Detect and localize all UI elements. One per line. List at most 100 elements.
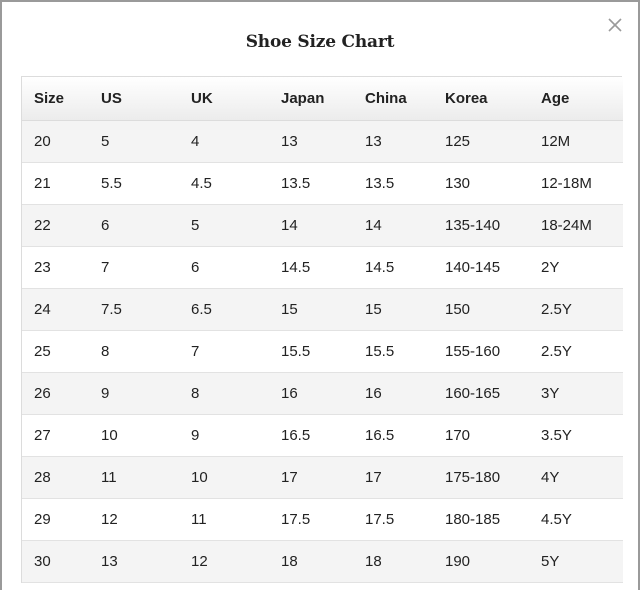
table-cell-korea: 175-180: [433, 456, 529, 499]
table-cell-age: 2Y: [529, 246, 623, 289]
table-cell-japan: 17: [269, 456, 353, 499]
table-cell-japan: 16.5: [269, 414, 353, 457]
table-cell-uk: 4: [179, 120, 269, 163]
table-cell-uk: 12: [179, 540, 269, 583]
table-cell-china: 18: [353, 540, 433, 583]
table-cell-korea: 140-145: [433, 246, 529, 289]
table-cell-korea: 150: [433, 288, 529, 331]
table-row: 20 5 4 13 13 125 12M: [22, 120, 623, 163]
table-cell-uk: 4.5: [179, 162, 269, 205]
table-row: 29 12 11 17.5 17.5 180-185 4.5Y: [22, 498, 623, 541]
table-cell-size: 26: [22, 372, 89, 415]
table-row: 22 6 5 14 14 135-140 18-24M: [22, 204, 623, 247]
column-header-china: China: [353, 77, 433, 121]
size-table-container: Size US UK Japan China Korea Age 20 5 4 13 1…: [21, 76, 623, 583]
table-cell-uk: 9: [179, 414, 269, 457]
column-header-age: Age: [529, 77, 623, 121]
table-row: 28 11 10 17 17 175-180 4Y: [22, 456, 623, 499]
table-cell-japan: 14.5: [269, 246, 353, 289]
table-cell-uk: 10: [179, 456, 269, 499]
table-cell-korea: 135-140: [433, 204, 529, 247]
table-cell-uk: 6.5: [179, 288, 269, 331]
table-row: 24 7.5 6.5 15 15 150 2.5Y: [22, 288, 623, 331]
dialog-title: Shoe Size Chart: [245, 32, 395, 52]
column-header-japan: Japan: [269, 77, 353, 121]
table-cell-china: 17: [353, 456, 433, 499]
table-cell-china: 14: [353, 204, 433, 247]
table-cell-uk: 8: [179, 372, 269, 415]
table-cell-china: 15: [353, 288, 433, 331]
table-cell-age: 5Y: [529, 540, 623, 583]
table-cell-korea: 155-160: [433, 330, 529, 373]
table-cell-age: 12M: [529, 120, 623, 163]
table-cell-age: 3.5Y: [529, 414, 623, 457]
table-cell-china: 17.5: [353, 498, 433, 541]
table-body: 20 5 4 13 13 125 12M 21 5.5 4.5 13.5 13.5 130 12-18M 2…: [22, 120, 623, 583]
table-cell-uk: 11: [179, 498, 269, 541]
table-cell-china: 14.5: [353, 246, 433, 289]
table-header-row: Size US UK Japan China Korea Age: [22, 77, 623, 121]
table-cell-us: 5: [89, 120, 179, 163]
table-cell-us: 8: [89, 330, 179, 373]
table-cell-age: 3Y: [529, 372, 623, 415]
table-cell-japan: 15: [269, 288, 353, 331]
table-cell-age: 4Y: [529, 456, 623, 499]
table-cell-japan: 16: [269, 372, 353, 415]
table-cell-us: 9: [89, 372, 179, 415]
table-row: 26 9 8 16 16 160-165 3Y: [22, 372, 623, 415]
table-cell-china: 13.5: [353, 162, 433, 205]
table-cell-korea: 130: [433, 162, 529, 205]
table-cell-korea: 190: [433, 540, 529, 583]
table-cell-us: 7.5: [89, 288, 179, 331]
table-row: 23 7 6 14.5 14.5 140-145 2Y: [22, 246, 623, 289]
table-row: 27 10 9 16.5 16.5 170 3.5Y: [22, 414, 623, 457]
table-cell-korea: 125: [433, 120, 529, 163]
table-cell-size: 23: [22, 246, 89, 289]
table-cell-korea: 160-165: [433, 372, 529, 415]
table-cell-us: 7: [89, 246, 179, 289]
table-cell-us: 11: [89, 456, 179, 499]
column-header-uk: UK: [179, 77, 269, 121]
table-cell-size: 21: [22, 162, 89, 205]
table-cell-size: 24: [22, 288, 89, 331]
column-header-size: Size: [22, 77, 89, 121]
table-cell-age: 4.5Y: [529, 498, 623, 541]
size-table: Size US UK Japan China Korea Age 20 5 4 13 1…: [22, 77, 623, 583]
table-cell-china: 15.5: [353, 330, 433, 373]
size-chart-dialog: Shoe Size Chart Size US UK Japan China K…: [0, 0, 640, 590]
table-cell-us: 12: [89, 498, 179, 541]
table-cell-china: 16: [353, 372, 433, 415]
table-cell-uk: 5: [179, 204, 269, 247]
table-cell-us: 6: [89, 204, 179, 247]
table-cell-size: 30: [22, 540, 89, 583]
table-cell-japan: 17.5: [269, 498, 353, 541]
table-cell-size: 22: [22, 204, 89, 247]
table-row: 25 8 7 15.5 15.5 155-160 2.5Y: [22, 330, 623, 373]
table-cell-japan: 15.5: [269, 330, 353, 373]
table-cell-age: 12-18M: [529, 162, 623, 205]
table-cell-size: 25: [22, 330, 89, 373]
table-cell-age: 18-24M: [529, 204, 623, 247]
table-cell-size: 20: [22, 120, 89, 163]
table-cell-uk: 7: [179, 330, 269, 373]
table-cell-us: 13: [89, 540, 179, 583]
table-cell-korea: 180-185: [433, 498, 529, 541]
table-cell-japan: 18: [269, 540, 353, 583]
table-cell-china: 13: [353, 120, 433, 163]
table-cell-us: 5.5: [89, 162, 179, 205]
column-header-us: US: [89, 77, 179, 121]
table-cell-size: 27: [22, 414, 89, 457]
table-cell-korea: 170: [433, 414, 529, 457]
table-cell-japan: 14: [269, 204, 353, 247]
table-cell-size: 29: [22, 498, 89, 541]
table-row: 21 5.5 4.5 13.5 13.5 130 12-18M: [22, 162, 623, 205]
table-cell-age: 2.5Y: [529, 288, 623, 331]
table-cell-japan: 13.5: [269, 162, 353, 205]
table-cell-age: 2.5Y: [529, 330, 623, 373]
table-cell-china: 16.5: [353, 414, 433, 457]
table-cell-size: 28: [22, 456, 89, 499]
table-cell-uk: 6: [179, 246, 269, 289]
column-header-korea: Korea: [433, 77, 529, 121]
table-cell-japan: 13: [269, 120, 353, 163]
table-row: 30 13 12 18 18 190 5Y: [22, 540, 623, 583]
